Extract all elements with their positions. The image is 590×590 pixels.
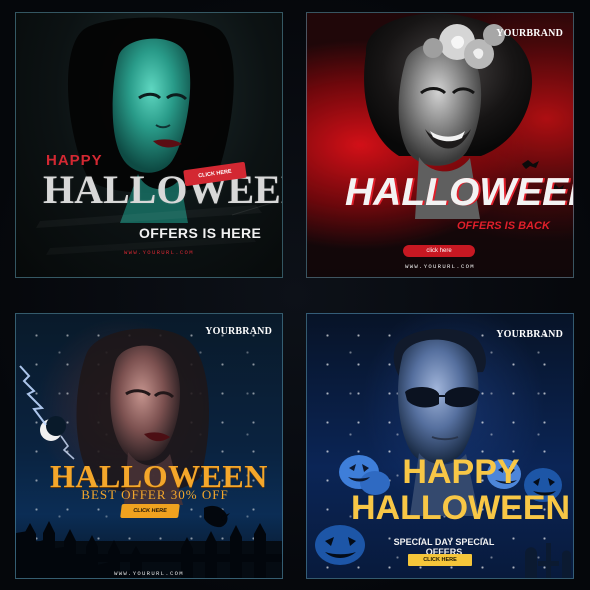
halloween-card-red[interactable]: YOURBRAND HALLOWEEN OFFERS IS BACK click… [306,12,574,278]
halloween-card-teal[interactable]: HAPPY HALLOWEEN CLICK HERE OFFERS IS HER… [15,12,283,278]
card2-subtitle: OFFERS IS BACK [457,220,550,232]
halloween-template-collage: HAPPY HALLOWEEN CLICK HERE OFFERS IS HER… [0,0,590,590]
bat-icon [522,160,564,193]
card4-cta-button[interactable]: CLICK HERE [408,554,472,566]
halloween-card-navy-yellow[interactable]: YOURBRAND HAPPY HALLOWEEN SPECIAL DAY SP… [306,313,574,579]
card2-url[interactable]: WWW.YOURURL.COM [307,263,573,270]
card3-subtitle: BEST OFFER 30% OFF [81,487,229,502]
card4-brand: YOURBRAND [496,329,563,340]
card4-title-line-2: HALLOWEEN [351,489,571,527]
halloween-card-blue-gold[interactable]: YOURBRAND HALLOWEEN BEST OFFER 30% OFF C… [15,313,283,579]
card2-cta-button[interactable]: click here [403,245,475,257]
card3-cta-button[interactable]: CLICK HERE [120,504,180,518]
card2-title: HALLOWEEN [345,171,574,214]
card1-subtitle: OFFERS IS HERE [139,225,262,241]
crow-icon [204,505,230,528]
card4-title-line-1: HAPPY [402,453,520,491]
card3-url[interactable]: WWW.YOURURL.COM [16,570,282,577]
card3-brand: YOURBRAND [205,326,272,337]
card1-url[interactable]: WWW.YOURURL.COM [124,249,264,256]
card2-brand: YOURBRAND [496,28,563,39]
